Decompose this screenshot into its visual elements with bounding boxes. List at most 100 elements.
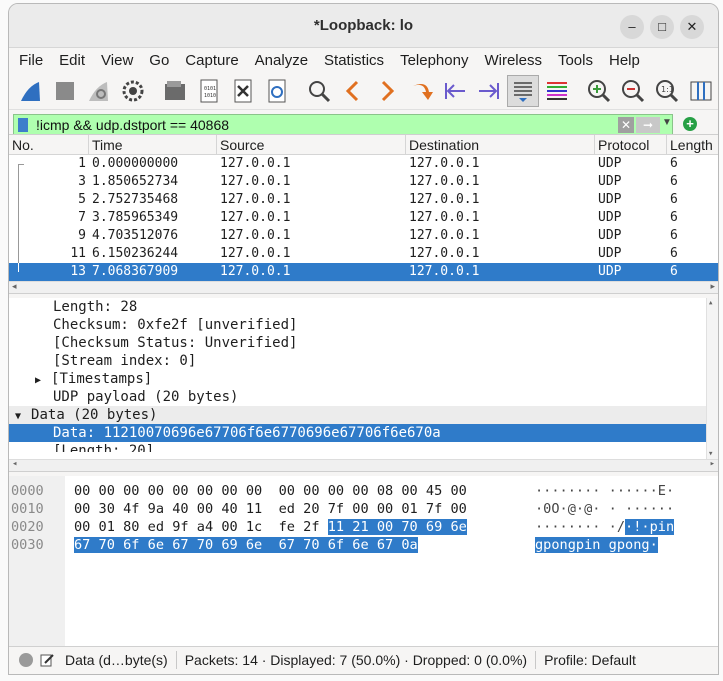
filter-history-dropdown[interactable]: ▼ — [662, 117, 672, 128]
bytes-ascii-0010[interactable]: ·0O·@·@· · ······ — [535, 500, 674, 518]
restart-capture-button[interactable] — [83, 75, 115, 107]
menu-help[interactable]: Help — [601, 52, 648, 69]
conversation-line — [18, 209, 19, 227]
first-packet-button[interactable] — [439, 75, 471, 107]
column-header-no[interactable]: No. — [9, 135, 89, 154]
close-file-button[interactable] — [227, 75, 259, 107]
bytes-hex-0030[interactable]: 67 70 6f 6e 67 70 69 6e 67 70 6f 6e 67 0… — [74, 536, 418, 554]
zoom-out-button[interactable] — [617, 75, 649, 107]
capture-options-button[interactable] — [117, 75, 149, 107]
status-profile[interactable]: Profile: Default — [544, 652, 636, 668]
column-header-destination[interactable]: Destination — [406, 135, 595, 154]
normal-size-button[interactable]: 1:1 — [651, 75, 683, 107]
svg-text:1010: 1010 — [204, 93, 216, 99]
bytes-row-0030[interactable]: 0030 — [11, 536, 44, 554]
menu-telephony[interactable]: Telephony — [392, 52, 476, 69]
status-divider — [535, 650, 537, 669]
zoom-in-button[interactable] — [583, 75, 615, 107]
bytes-hex-highlight: 11 21 00 70 69 6e — [327, 519, 467, 535]
bytes-offset: 0030 — [11, 537, 44, 553]
packet-destination: 127.0.0.1 — [409, 156, 480, 171]
packet-length: 6 — [670, 228, 678, 243]
clear-filter-button[interactable]: ✕ — [618, 117, 634, 133]
autoscroll-button[interactable] — [507, 74, 539, 107]
chevron-right-icon — [381, 80, 395, 101]
details-hscrollbar[interactable]: ◂ ▸ — [9, 459, 718, 471]
detail-data[interactable]: ▼ Data (20 bytes) — [9, 406, 718, 424]
display-filter-input[interactable] — [36, 116, 606, 134]
bookmark-icon[interactable] — [18, 118, 28, 132]
packet-destination: 127.0.0.1 — [409, 210, 480, 225]
go-forward-button[interactable] — [371, 75, 403, 107]
colorize-button[interactable] — [541, 75, 573, 107]
find-packet-button[interactable] — [303, 75, 335, 107]
menu-go[interactable]: Go — [141, 52, 177, 69]
reload-file-button[interactable] — [261, 75, 293, 107]
detail-udp-length[interactable]: Length: 28 — [9, 298, 718, 316]
menu-analyze[interactable]: Analyze — [247, 52, 316, 69]
bytes-hex-0010[interactable]: 00 30 4f 9a 40 00 40 11 ed 20 7f 00 00 0… — [74, 500, 467, 518]
packet-row[interactable]: 11 6.150236244 127.0.0.1 127.0.0.1 UDP 6 — [9, 245, 718, 263]
minimize-button[interactable]: – — [620, 15, 644, 39]
menu-file[interactable]: File — [11, 52, 51, 69]
detail-data-value[interactable]: Data: 11210070696e67706f6e6770696e67706f… — [9, 424, 718, 442]
detail-udp-payload[interactable]: UDP payload (20 bytes) — [9, 388, 718, 406]
bytes-row-0010[interactable]: 0010 — [11, 500, 44, 518]
bytes-hex-0020[interactable]: 00 01 80 ed 9f a4 00 1c fe 2f 11 21 00 7… — [74, 518, 467, 536]
menu-view[interactable]: View — [93, 52, 141, 69]
menu-wireless[interactable]: Wireless — [476, 52, 550, 69]
bytes-hex-plain: 00 01 80 ed 9f a4 00 1c fe 2f — [74, 519, 328, 535]
add-filter-button[interactable]: + — [683, 117, 697, 131]
column-header-protocol[interactable]: Protocol — [595, 135, 667, 154]
column-header-time[interactable]: Time — [89, 135, 217, 154]
bytes-ascii-0020[interactable]: ········ ·/·!·pin — [535, 518, 675, 536]
menu-statistics[interactable]: Statistics — [316, 52, 392, 69]
detail-udp-checksum[interactable]: Checksum: 0xfe2f [unverified] — [9, 316, 718, 334]
conversation-line — [18, 191, 19, 209]
packet-list-hscrollbar[interactable]: ◂ ▸ — [9, 281, 718, 293]
open-file-button[interactable] — [159, 75, 191, 107]
expert-info-icon[interactable] — [19, 652, 33, 667]
packet-row[interactable]: 7 3.785965349 127.0.0.1 127.0.0.1 UDP 6 — [9, 209, 718, 227]
column-header-source[interactable]: Source — [217, 135, 406, 154]
edit-comment-icon[interactable] — [39, 652, 55, 668]
go-back-button[interactable] — [337, 75, 369, 107]
bytes-hex-0000[interactable]: 00 00 00 00 00 00 00 00 00 00 00 00 08 0… — [74, 482, 467, 500]
menu-capture[interactable]: Capture — [177, 52, 246, 69]
details-vscrollbar[interactable]: ▴ ▾ — [706, 298, 718, 459]
column-header-length[interactable]: Length — [667, 135, 718, 154]
menu-edit[interactable]: Edit — [51, 52, 93, 69]
close-button[interactable]: ✕ — [680, 15, 704, 39]
packet-row[interactable]: 9 4.703512076 127.0.0.1 127.0.0.1 UDP 6 — [9, 227, 718, 245]
packet-source: 127.0.0.1 — [220, 174, 291, 189]
expand-arrow-icon[interactable]: ▶ — [35, 375, 41, 386]
status-packet-counts: Packets: 14 · Displayed: 7 (50.0%) · Dro… — [184, 651, 528, 668]
detail-timestamps[interactable]: ▶ [Timestamps] — [9, 370, 718, 388]
packet-row[interactable]: 1 0.000000000 127.0.0.1 127.0.0.1 UDP 6 — [9, 155, 718, 173]
packet-row[interactable]: 3 1.850652734 127.0.0.1 127.0.0.1 UDP 6 — [9, 173, 718, 191]
stop-capture-button[interactable] — [49, 75, 81, 107]
apply-filter-button[interactable]: ➞ — [636, 117, 660, 133]
go-to-packet-button[interactable] — [405, 75, 437, 107]
maximize-button[interactable]: □ — [650, 15, 674, 39]
packet-protocol: UDP — [598, 264, 622, 279]
detail-stream-index[interactable]: [Stream index: 0] — [9, 352, 718, 370]
menu-tools[interactable]: Tools — [550, 52, 601, 69]
bytes-ascii-0000[interactable]: ········ ······E· — [535, 482, 674, 500]
detail-data-length[interactable]: [Length: 20] — [9, 442, 718, 452]
bytes-offset: 0010 — [11, 501, 44, 517]
save-file-button[interactable]: 0101 1010 — [193, 75, 225, 107]
collapse-arrow-icon[interactable]: ▼ — [15, 411, 21, 422]
packet-row[interactable]: 13 7.068367909 127.0.0.1 127.0.0.1 UDP 6 — [9, 263, 718, 281]
start-capture-button[interactable] — [15, 75, 47, 107]
bytes-row-0020[interactable]: 0020 — [11, 518, 44, 536]
packet-details: Length: 28 Checksum: 0xfe2f [unverified]… — [9, 298, 718, 472]
last-packet-button[interactable] — [473, 75, 505, 107]
packet-row[interactable]: 5 2.752735468 127.0.0.1 127.0.0.1 UDP 6 — [9, 191, 718, 209]
packet-time: 2.752735468 — [92, 192, 179, 207]
bytes-row-0000[interactable]: 0000 — [11, 482, 44, 500]
title-bar[interactable]: *Loopback: lo – □ ✕ — [9, 4, 718, 48]
bytes-ascii-0030[interactable]: gpongpin gpong· — [535, 536, 658, 554]
resize-columns-button[interactable] — [685, 75, 717, 107]
detail-checksum-status[interactable]: [Checksum Status: Unverified] — [9, 334, 718, 352]
